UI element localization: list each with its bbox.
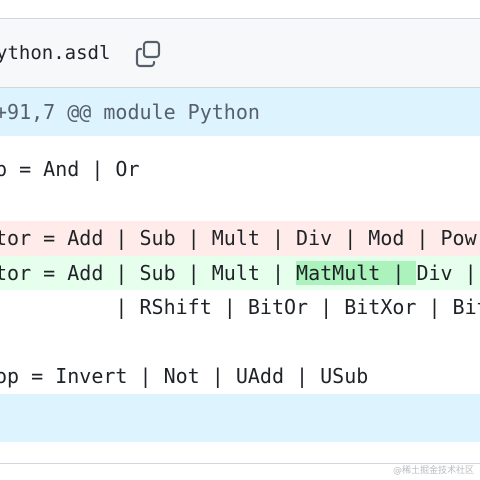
code-boolop: p = And | Or xyxy=(0,157,140,181)
diff-line-context: op = Invert | Not | UAdd | USub xyxy=(0,359,480,394)
file-header: ython.asdl xyxy=(0,19,480,88)
diff-line-context: p = And | Or xyxy=(0,152,480,187)
top-strip xyxy=(0,0,480,19)
diff-line-blank xyxy=(0,136,480,152)
file-name[interactable]: ython.asdl xyxy=(0,42,110,64)
diff-line-context: | RShift | BitOr | BitXor | BitAnd xyxy=(0,290,480,325)
code-operator-added-post: Div | Mod | Pow xyxy=(416,260,477,285)
diff-line-blank xyxy=(0,186,480,221)
diff-view: +91,7 @@ module Python p = And | Or tor … xyxy=(0,88,480,442)
code-operator-continuation: | RShift | BitOr | BitXor | BitAnd xyxy=(0,295,480,319)
code-operator-deleted: tor = Add | Sub | Mult | Div | Mod | Pow xyxy=(0,226,477,250)
code-unaryop: op = Invert | Not | UAdd | USub xyxy=(0,364,369,388)
hunk-header-text: +91,7 @@ module Python xyxy=(0,100,260,124)
diff-line-addition: tor = Add | Sub | Mult | MatMult | Div |… xyxy=(0,255,480,291)
code-operator-added-pre: tor = Add | Sub | Mult | xyxy=(0,260,297,285)
added-word-highlight: MatMult | xyxy=(296,260,417,285)
watermark: @稀土掘金技术社区 xyxy=(392,466,474,476)
code-operator-added: tor = Add | Sub | Mult | MatMult | Div |… xyxy=(0,256,480,291)
hunk-header[interactable]: +91,7 @@ module Python xyxy=(0,88,480,136)
diff-line-blank xyxy=(0,324,480,359)
diff-line-deletion: tor = Add | Sub | Mult | Div | Mod | Pow xyxy=(0,221,480,256)
copy-icon[interactable] xyxy=(134,39,164,69)
hunk-expander[interactable] xyxy=(0,393,480,442)
